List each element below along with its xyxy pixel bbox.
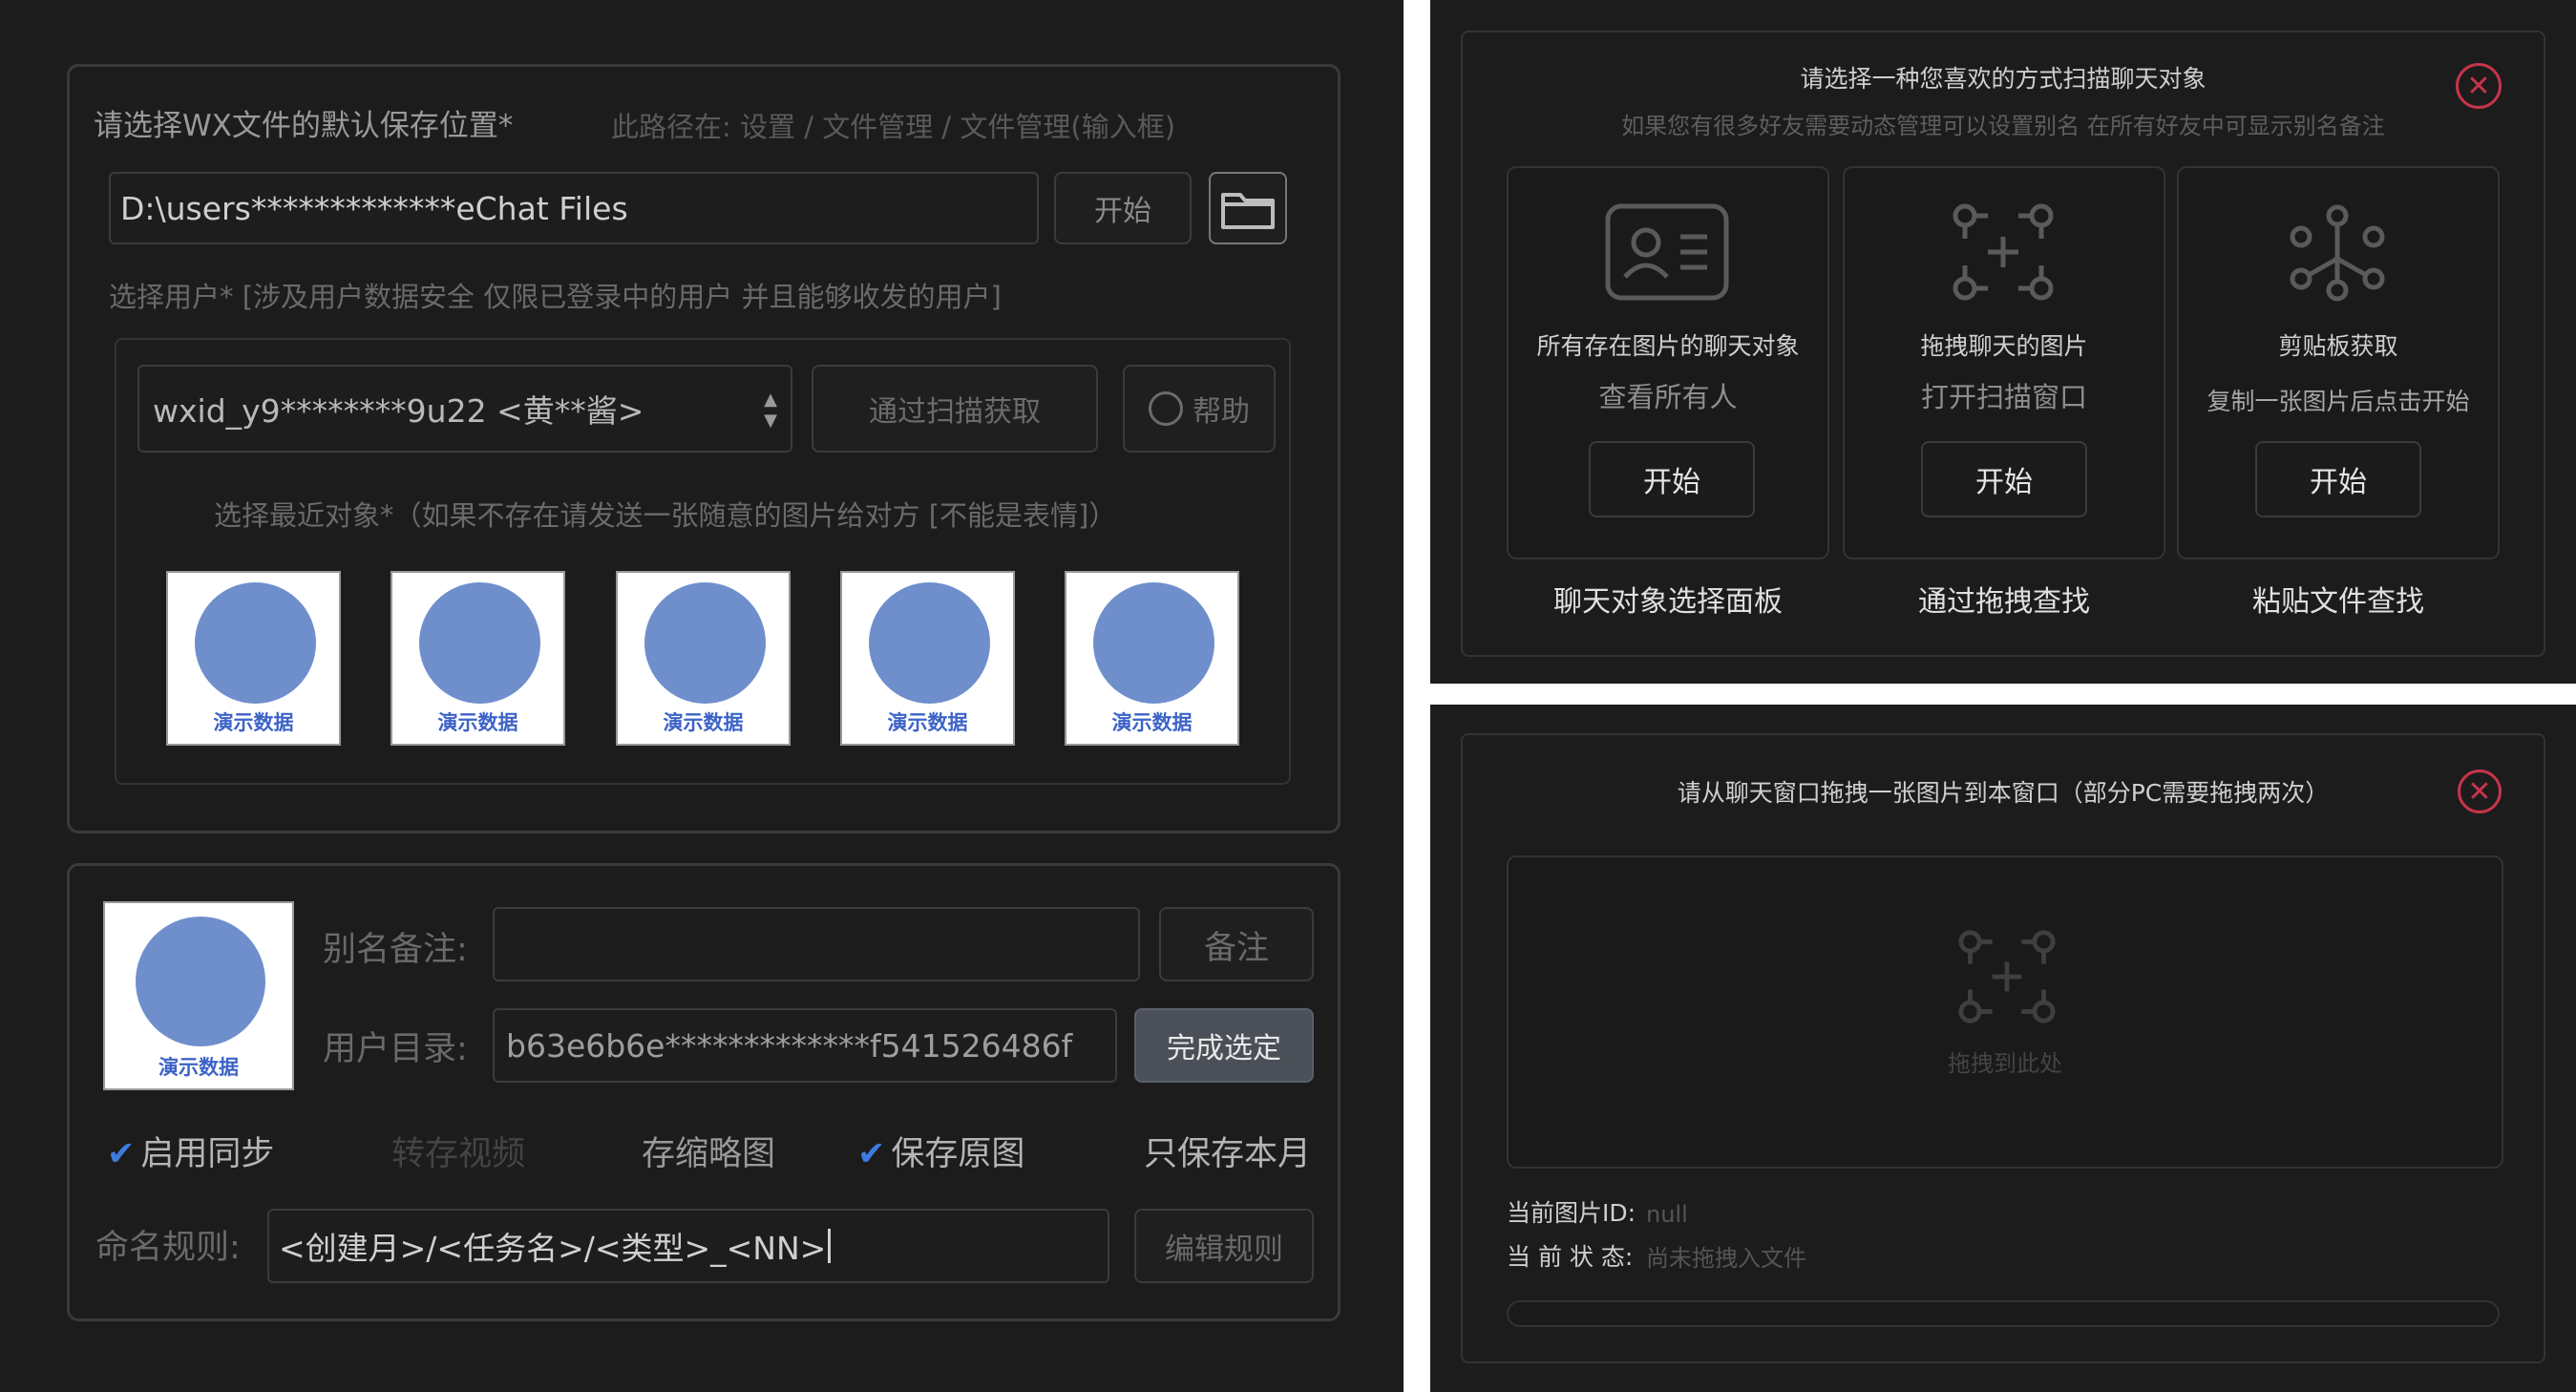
option-this-month-only[interactable]: 只保存本月 [1144,1138,1311,1171]
card-start-button[interactable]: 开始 [1589,441,1755,517]
avatar [419,582,540,704]
recent-target-thumb[interactable]: 演示数据 [1065,571,1239,746]
drag-scan-dialog: 请从聊天窗口拖拽一张图片到本窗口（部分PC需要拖拽两次） ✕ 拖拽到此处 当前图… [1430,705,2576,1392]
drag-scan-icon [1958,930,2056,1023]
network-nodes-icon [2290,204,2385,302]
user-dir-input[interactable]: b63e6b6e*************f541526486f [493,1008,1117,1083]
user-select[interactable]: wxid_y9********9u22 <黄**酱> ▲ ▼ [137,365,792,453]
start-button[interactable]: 开始 [1054,172,1192,244]
dialog-title: 请选择一种您喜欢的方式扫描聊天对象 [1800,65,2206,93]
card-line2: 打开扫描窗口 [1920,381,2087,413]
drop-zone-text: 拖拽到此处 [1948,1050,2062,1077]
card-line1: 拖拽聊天的图片 [1920,332,2088,360]
select-arrows-icon: ▲ ▼ [764,390,777,431]
alias-input[interactable] [493,907,1140,981]
recent-target-thumb[interactable]: 演示数据 [616,571,791,746]
card-line2: 查看所有人 [1598,381,1738,413]
folder-icon [1221,193,1275,229]
recent-target-label: 选择最近对象*（如果不存在请发送一张随意的图片给对方 [不能是表情]） [214,499,1117,532]
current-image-id-value: null [1646,1201,1688,1228]
option-enable-sync[interactable]: ✔ 启用同步 [107,1138,274,1171]
confirm-selection-button[interactable]: 完成选定 [1134,1008,1314,1083]
checkmark-icon: ✔ [107,1135,136,1173]
settings-pane: 请选择WX文件的默认保存位置* 此路径在: 设置 / 文件管理 / 文件管理(输… [0,0,1404,1392]
lightbulb-icon [1149,391,1183,426]
current-status-label: 当 前 状 态: [1507,1243,1634,1271]
option-save-original[interactable]: ✔ 保存原图 [857,1138,1024,1171]
user-dir-label: 用户目录: [323,1030,468,1068]
close-button[interactable]: ✕ [2458,770,2502,813]
card-start-button[interactable]: 开始 [2255,441,2421,517]
naming-rule-label: 命名规则: [95,1229,241,1267]
selected-user-avatar: 演示数据 [103,901,294,1090]
text-cursor [828,1229,832,1263]
card-start-button[interactable]: 开始 [1921,441,2087,517]
option-save-video[interactable]: 转存视频 [391,1138,525,1171]
naming-rule-input[interactable]: <创建月>/<任务名>/<类型>_<NN> [267,1209,1109,1283]
avatar [136,917,265,1046]
card-line1: 剪贴板获取 [2278,332,2398,360]
avatar [869,582,990,704]
card-line2: 复制一张图片后点击开始 [2206,388,2470,415]
edit-rule-button[interactable]: 编辑规则 [1134,1209,1314,1283]
drag-scan-icon [1953,203,2054,301]
note-button[interactable]: 备注 [1159,907,1314,981]
avatar [1093,582,1214,704]
close-button[interactable]: ✕ [2456,63,2502,109]
avatar [195,582,316,704]
alias-label: 别名备注: [323,931,468,969]
recent-target-thumb[interactable]: 演示数据 [391,571,565,746]
card-line1: 所有存在图片的聊天对象 [1536,332,1800,360]
close-icon: ✕ [2466,69,2491,103]
save-path-input[interactable]: D:\users*************eChat Files [109,172,1039,244]
close-icon: ✕ [2467,774,2492,809]
contact-card-icon [1605,203,1729,301]
save-location-label: 请选择WX文件的默认保存位置* [94,109,514,143]
checkmark-icon: ✔ [857,1135,886,1173]
recent-target-thumb[interactable]: 演示数据 [840,571,1015,746]
help-button[interactable]: 帮助 [1123,365,1276,453]
scan-method-dialog: 请选择一种您喜欢的方式扫描聊天对象 如果您有很多好友需要动态管理可以设置别名 在… [1430,0,2576,684]
user-select-label: 选择用户* [涉及用户数据安全 仅限已登录中的用户 并且能够收发的用户] [109,281,1002,313]
recent-target-thumb[interactable]: 演示数据 [166,571,341,746]
current-image-id-label: 当前图片ID: [1507,1199,1636,1227]
path-hint: 此路径在: 设置 / 文件管理 / 文件管理(输入框) [611,111,1176,143]
dialog-title: 请从聊天窗口拖拽一张图片到本窗口（部分PC需要拖拽两次） [1677,779,2330,807]
card-footer: 通过拖拽查找 [1918,585,2090,619]
option-save-thumbnail[interactable]: 存缩略图 [642,1138,775,1171]
scan-fetch-button[interactable]: 通过扫描获取 [812,365,1098,453]
card-footer: 粘贴文件查找 [2252,585,2424,619]
browse-folder-button[interactable] [1209,172,1287,244]
card-footer: 聊天对象选择面板 [1553,585,1783,619]
avatar [644,582,766,704]
progress-bar [1507,1300,2500,1327]
dialog-subtitle: 如果您有很多好友需要动态管理可以设置别名 在所有好友中可显示别名备注 [1621,113,2385,139]
current-status-value: 尚未拖拽入文件 [1646,1245,1806,1272]
